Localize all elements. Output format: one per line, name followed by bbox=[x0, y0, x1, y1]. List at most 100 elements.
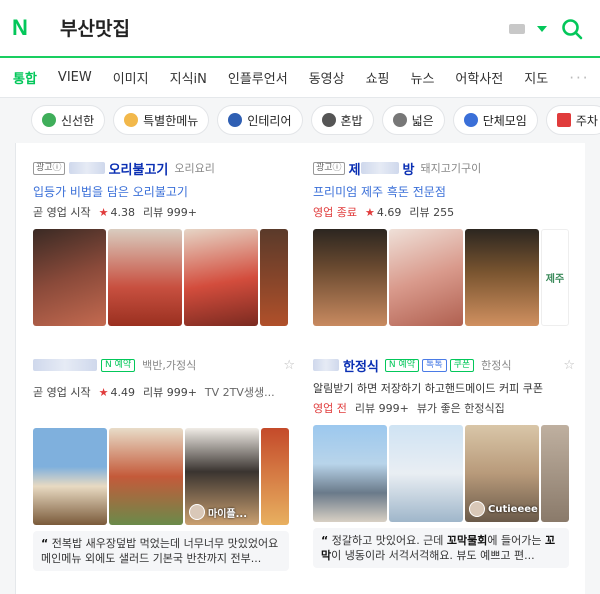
food-photo[interactable] bbox=[313, 425, 387, 522]
place-meta: 영업 전 리뷰 999+ 뷰가 좋은 한정식집 bbox=[313, 400, 575, 416]
food-photo[interactable]: Cutieeee bbox=[465, 425, 539, 522]
chip-group[interactable]: 단체모임 bbox=[452, 105, 538, 135]
blurred-name bbox=[360, 162, 399, 174]
naver-logo[interactable]: N bbox=[12, 17, 34, 39]
place-card[interactable]: 광고ⓘ 제 방 돼지고기구이 프리미엄 제주 흑돈 전문점 영업 종료 ★ 4.… bbox=[313, 159, 575, 326]
blog-author-tag[interactable]: 마이플... bbox=[189, 504, 247, 520]
food-photo[interactable] bbox=[260, 229, 288, 326]
save-star-icon[interactable]: ☆ bbox=[563, 358, 575, 373]
chip-solo[interactable]: 혼밥 bbox=[310, 105, 374, 135]
food-photo[interactable] bbox=[465, 229, 539, 326]
review-snippet[interactable]: “ 정갈하고 맛있어요. 근데 꼬막물회에 들어가는 꼬막이 냉동이라 서걱서걱… bbox=[313, 528, 569, 568]
place-title-row: 한정식 N 예약 톡톡 쿠폰 한정식 ☆ bbox=[313, 356, 575, 375]
naver-booking-badge[interactable]: N 예약 bbox=[384, 358, 420, 372]
search-icon[interactable] bbox=[561, 18, 583, 40]
business-status: 곧 영업 시작 bbox=[33, 386, 91, 399]
review-count[interactable]: 리뷰 255 bbox=[409, 204, 454, 220]
food-photo[interactable] bbox=[389, 425, 463, 522]
people-icon bbox=[463, 113, 478, 127]
parking-icon bbox=[556, 113, 571, 127]
food-photo[interactable] bbox=[313, 229, 387, 326]
food-photo[interactable] bbox=[184, 229, 258, 326]
photo-strip[interactable]: 마이플... bbox=[33, 428, 295, 525]
review-count[interactable]: 리뷰 999+ bbox=[355, 400, 409, 416]
view-keyword: 뷰가 좋은 한정식집 bbox=[416, 402, 505, 415]
chip-fresh[interactable]: 신선한 bbox=[31, 105, 106, 135]
place-meta: 영업 종료 ★ 4.69 리뷰 255 bbox=[313, 204, 575, 220]
place-name[interactable]: 오리불고기 bbox=[109, 159, 169, 178]
chip-special-menu[interactable]: 특별한메뉴 bbox=[113, 105, 210, 135]
business-status: 영업 종료 bbox=[313, 206, 357, 219]
naver-booking-badge[interactable]: N 예약 bbox=[101, 358, 136, 372]
review-count[interactable]: 리뷰 999+ bbox=[143, 204, 197, 220]
place-category: 백반,가정식 bbox=[142, 359, 197, 372]
food-photo[interactable] bbox=[109, 428, 183, 525]
place-category: 오리요리 bbox=[174, 162, 215, 175]
tab-images[interactable]: 이미지 bbox=[113, 68, 149, 87]
food-photo[interactable] bbox=[33, 229, 106, 326]
photo-strip[interactable] bbox=[33, 229, 295, 326]
talktalk-badge[interactable]: 톡톡 bbox=[422, 358, 447, 372]
business-status: 영업 전 bbox=[313, 402, 347, 415]
chip-parking[interactable]: 주차 bbox=[545, 105, 600, 135]
photo-strip[interactable]: Cutieeee bbox=[313, 425, 575, 522]
place-card[interactable]: 한정식 N 예약 톡톡 쿠폰 한정식 ☆ 알림받기 하면 저장하기 하고핸드메이… bbox=[313, 356, 575, 568]
food-photo[interactable] bbox=[108, 229, 182, 326]
blurred-name bbox=[33, 359, 97, 371]
jeju-logo-photo[interactable]: 제주 bbox=[541, 229, 569, 326]
more-icon[interactable]: ··· bbox=[569, 69, 589, 87]
chevron-down-icon[interactable] bbox=[537, 26, 547, 32]
review-snippet[interactable]: “ 전복밥 새우장덮밥 먹었는데 너무너무 맛있었어요 메인메뉴 외에도 샐러드… bbox=[33, 531, 289, 571]
food-photo[interactable] bbox=[261, 428, 289, 525]
review-text: 전복밥 새우장덮밥 먹었는데 너무너무 맛있었어요 메인메뉴 외에도 샐러드 기… bbox=[41, 537, 279, 565]
tab-influencer[interactable]: 인플루언서 bbox=[228, 68, 288, 87]
chip-interior[interactable]: 인테리어 bbox=[217, 105, 303, 135]
place-card[interactable]: 광고ⓘ 오리불고기 오리요리 입등가 비법을 담은 오리불고기 곧 영업 시작 … bbox=[33, 159, 295, 326]
tv-info[interactable]: TV 2TV생생... bbox=[205, 384, 275, 400]
place-title-row: 광고ⓘ 제 방 돼지고기구이 bbox=[313, 159, 575, 178]
author-name: 마이플... bbox=[208, 508, 247, 520]
chip-label: 특별한메뉴 bbox=[143, 113, 199, 128]
keyboard-icon[interactable] bbox=[509, 24, 525, 34]
tab-news[interactable]: 뉴스 bbox=[411, 68, 435, 87]
review-text: 에 들어가는 bbox=[487, 534, 545, 547]
place-name[interactable]: 한정식 bbox=[343, 356, 379, 375]
tab-all[interactable]: 통합 bbox=[13, 68, 37, 87]
tab-map[interactable]: 지도 bbox=[524, 68, 548, 87]
review-count[interactable]: 리뷰 999+ bbox=[143, 384, 197, 400]
search-query-input[interactable]: 부산맛집 bbox=[60, 14, 130, 41]
place-headline[interactable]: 프리미엄 제주 흑돈 전문점 bbox=[313, 183, 575, 200]
business-status: 곧 영업 시작 bbox=[33, 206, 91, 219]
place-title-row: 광고ⓘ 오리불고기 오리요리 bbox=[33, 159, 295, 178]
blog-author-tag[interactable]: Cutieeee bbox=[469, 501, 538, 517]
tab-dictionary[interactable]: 어학사전 bbox=[455, 68, 503, 87]
tab-view[interactable]: VIEW bbox=[58, 70, 92, 85]
photo-strip[interactable]: 제주 bbox=[313, 229, 575, 326]
place-headline[interactable]: 입등가 비법을 담은 오리불고기 bbox=[33, 183, 295, 200]
tab-video[interactable]: 동영상 bbox=[309, 68, 345, 87]
save-star-icon[interactable]: ☆ bbox=[283, 358, 295, 373]
place-name[interactable]: 방 bbox=[403, 159, 415, 178]
food-photo[interactable] bbox=[541, 425, 569, 522]
place-results: 광고ⓘ 오리불고기 오리요리 입등가 비법을 담은 오리불고기 곧 영업 시작 … bbox=[15, 143, 585, 594]
tab-kin[interactable]: 지식iN bbox=[170, 68, 207, 87]
eyes-icon bbox=[392, 113, 407, 127]
place-name-prefix[interactable]: 제 bbox=[349, 159, 361, 178]
search-tabs: 통합 VIEW 이미지 지식iN 인플루언서 동영상 쇼핑 뉴스 어학사전 지도… bbox=[0, 58, 600, 98]
coupon-alert[interactable]: 알림받기 하면 저장하기 하고핸드메이드 커피 쿠폰 bbox=[313, 380, 575, 396]
place-card[interactable]: N 예약 백반,가정식 ☆ 곧 영업 시작 ★ 4.49 리뷰 999+ TV … bbox=[33, 356, 295, 571]
ad-badge[interactable]: 광고ⓘ bbox=[33, 161, 65, 175]
ad-badge[interactable]: 광고ⓘ bbox=[313, 161, 345, 175]
tab-shopping[interactable]: 쇼핑 bbox=[366, 68, 390, 87]
chip-spacious[interactable]: 넓은 bbox=[381, 105, 445, 135]
coupon-badge[interactable]: 쿠폰 bbox=[449, 358, 475, 372]
author-name: Cutieeee bbox=[488, 503, 538, 515]
place-title-row: N 예약 백반,가정식 ☆ bbox=[33, 356, 295, 374]
review-text: 정갈하고 맛있어요. 근데 bbox=[331, 534, 447, 547]
leaf-icon bbox=[42, 113, 56, 127]
review-text: 이 냉동이라 서걱서걱해요. 뷰도 예쁘고 편... bbox=[331, 549, 535, 562]
avatar bbox=[469, 501, 485, 517]
food-photo[interactable]: 마이플... bbox=[185, 428, 259, 525]
food-photo[interactable] bbox=[389, 229, 463, 326]
food-photo[interactable] bbox=[33, 428, 107, 525]
